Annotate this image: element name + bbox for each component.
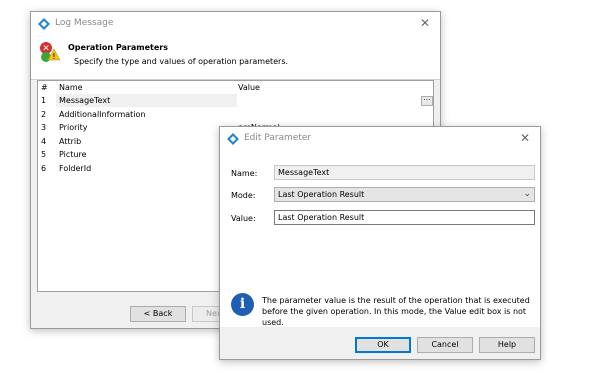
row-num: 4 bbox=[41, 137, 47, 146]
dialog-title: Edit Parameter bbox=[244, 133, 312, 143]
edit-parameter-titlebar: Edit Parameter ✕ bbox=[220, 127, 540, 150]
param-name[interactable]: AdditionalInformation bbox=[59, 110, 145, 119]
param-name[interactable]: MessageText bbox=[59, 96, 110, 105]
help-button[interactable]: Help bbox=[479, 337, 535, 353]
header-subtitle: Specify the type and values of operation… bbox=[74, 57, 289, 66]
svg-text:!: ! bbox=[52, 52, 55, 61]
param-name[interactable]: Picture bbox=[59, 150, 87, 159]
ok-button[interactable]: OK bbox=[355, 337, 411, 353]
info-text: The parameter value is the result of the… bbox=[262, 296, 530, 327]
row-num: 6 bbox=[41, 164, 47, 173]
chevron-down-icon: ⌄ bbox=[523, 189, 531, 199]
row-num: 3 bbox=[41, 123, 47, 132]
param-name[interactable]: Attrib bbox=[59, 137, 81, 146]
log-message-titlebar: Log Message ✕ bbox=[31, 12, 440, 35]
close-icon[interactable]: ✕ bbox=[418, 16, 432, 30]
mode-label: Mode: bbox=[231, 191, 256, 200]
column-header-value[interactable]: Value bbox=[238, 83, 260, 92]
mode-dropdown[interactable]: Last Operation Result ⌄ bbox=[274, 187, 535, 202]
app-logo-icon bbox=[227, 133, 239, 145]
header-title: Operation Parameters bbox=[68, 43, 168, 52]
operation-icon: ✕ ! bbox=[40, 42, 61, 62]
name-label: Name: bbox=[231, 169, 258, 178]
edit-parameter-dialog: Edit Parameter ✕ Name: MessageText Mode:… bbox=[219, 126, 541, 360]
param-name[interactable]: Priority bbox=[59, 123, 87, 132]
name-field: MessageText bbox=[274, 165, 535, 180]
column-header-name[interactable]: Name bbox=[59, 83, 83, 92]
info-icon: i bbox=[231, 293, 254, 316]
ellipsis-button[interactable]: ··· bbox=[421, 96, 433, 106]
row-num: 2 bbox=[41, 110, 47, 119]
cancel-button[interactable]: Cancel bbox=[417, 337, 473, 353]
back-button[interactable]: < Back bbox=[130, 306, 186, 322]
value-label: Value: bbox=[231, 214, 256, 223]
row-num: 1 bbox=[41, 96, 47, 105]
dialog-body: Name: MessageText Mode: Last Operation R… bbox=[220, 150, 540, 327]
header-band: ✕ ! Operation Parameters Specify the typ… bbox=[31, 35, 440, 80]
value-field[interactable]: Last Operation Result bbox=[274, 210, 535, 225]
window-title: Log Message bbox=[55, 18, 114, 28]
param-name[interactable]: FolderId bbox=[59, 164, 91, 173]
close-icon[interactable]: ✕ bbox=[518, 131, 532, 145]
app-logo-icon bbox=[38, 18, 50, 30]
mode-selected-value: Last Operation Result bbox=[278, 190, 365, 199]
row-num: 5 bbox=[41, 150, 47, 159]
column-header-num: # bbox=[41, 83, 48, 92]
